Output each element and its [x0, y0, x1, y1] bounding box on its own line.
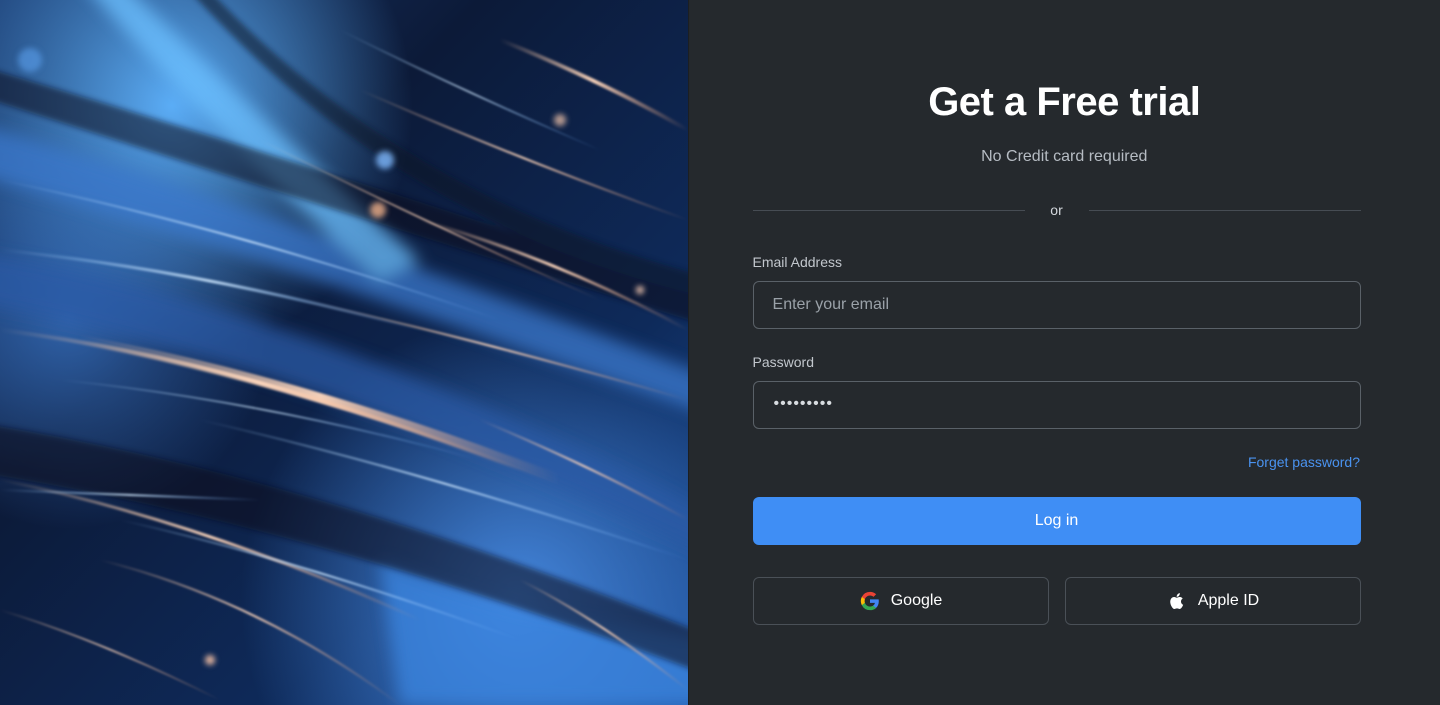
page-title: Get a Free trial [928, 80, 1201, 124]
google-icon [859, 590, 881, 612]
email-field[interactable]: Enter your email [752, 281, 1361, 329]
page-subtitle: No Credit card required [981, 148, 1148, 165]
or-divider: or [752, 202, 1361, 220]
forgot-password-link[interactable]: Forget password? [1248, 454, 1360, 470]
divider-line-right [1088, 210, 1361, 211]
login-button[interactable]: Log in [752, 497, 1361, 545]
email-placeholder: Enter your email [772, 296, 890, 313]
email-label: Email Address [752, 254, 842, 270]
hero-image [0, 0, 688, 705]
password-field[interactable]: ••••••••• [752, 381, 1361, 429]
password-masked-value: ••••••••• [773, 395, 833, 412]
apple-login-button[interactable]: Apple ID [1064, 577, 1361, 625]
signup-panel: Get a Free trial No Credit card required… [687, 0, 1440, 705]
apple-icon [1166, 590, 1188, 612]
google-label: Google [890, 592, 943, 609]
abstract-streaks-graphic [0, 0, 688, 705]
apple-label: Apple ID [1197, 592, 1260, 609]
signup-page: Get a Free trial No Credit card required… [0, 0, 1440, 705]
password-label: Password [752, 354, 814, 370]
google-login-button[interactable]: Google [752, 577, 1049, 625]
